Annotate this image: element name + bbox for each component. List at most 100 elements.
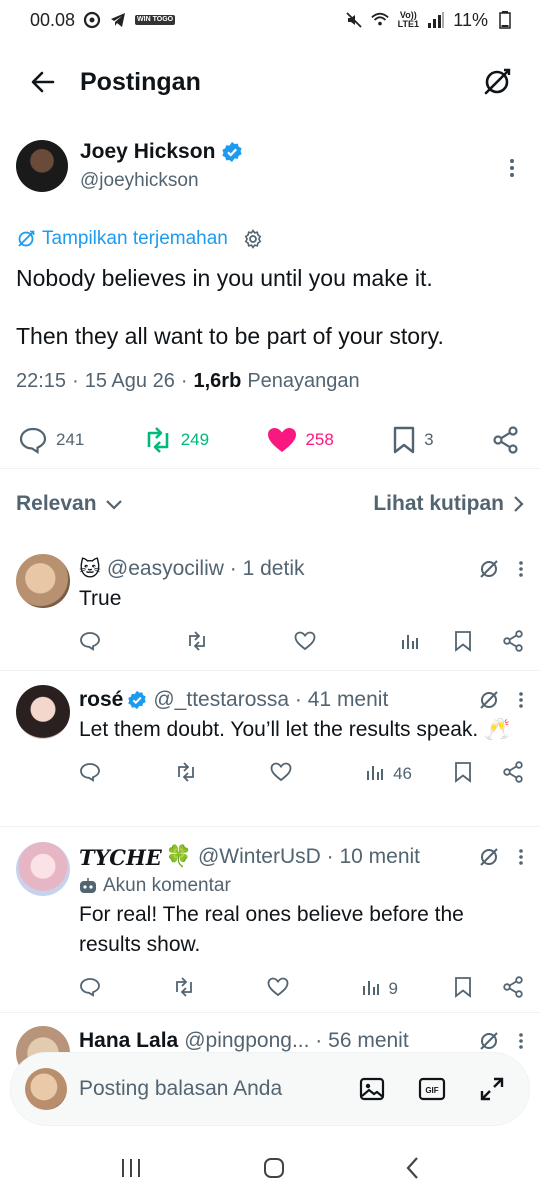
reply-avatar[interactable] bbox=[16, 685, 70, 739]
reply-comment-button[interactable] bbox=[79, 631, 101, 656]
reply-input-placeholder[interactable]: Posting balasan Anda bbox=[79, 1077, 335, 1101]
reply-item[interactable]: 🐱 @easyociliw · 1 detik True bbox=[0, 554, 540, 658]
post-date: 15 Agu 26 bbox=[84, 370, 175, 392]
reply-bookmark-button[interactable] bbox=[454, 630, 472, 657]
recent-apps-button[interactable] bbox=[119, 1157, 143, 1184]
heart-icon bbox=[267, 977, 289, 996]
more-vertical-icon bbox=[519, 692, 523, 708]
reply-more-button[interactable] bbox=[518, 691, 524, 709]
reply-views-count: 46 bbox=[393, 764, 412, 783]
reply-author-name[interactable]: Hana Lala bbox=[79, 1029, 178, 1053]
reply-like-button[interactable] bbox=[267, 977, 289, 1002]
translate-icon bbox=[480, 691, 498, 709]
quotes-label[interactable]: Lihat kutipan bbox=[373, 492, 504, 516]
bookmark-icon bbox=[455, 630, 471, 652]
reply-repost-button[interactable] bbox=[174, 761, 198, 787]
reply-button[interactable]: 241 bbox=[18, 426, 84, 454]
author-avatar[interactable] bbox=[16, 140, 68, 192]
reply-share-button[interactable] bbox=[502, 975, 524, 1003]
reply-author-name[interactable]: rosé bbox=[79, 688, 123, 712]
reply-repost-button[interactable] bbox=[172, 976, 196, 1002]
sort-label[interactable]: Relevan bbox=[16, 492, 97, 516]
translate-label[interactable]: Tampilkan terjemahan bbox=[42, 228, 228, 250]
add-gif-button[interactable]: GIF bbox=[409, 1066, 455, 1112]
bookmark-count: 3 bbox=[424, 430, 434, 449]
reply-more-button[interactable] bbox=[518, 1032, 524, 1050]
reply-bookmark-button[interactable] bbox=[454, 976, 472, 1003]
reply-composer[interactable]: Posting balasan Anda GIF bbox=[10, 1052, 530, 1126]
author-name-row[interactable]: Joey Hickson bbox=[80, 140, 500, 164]
reply-comment-button[interactable] bbox=[79, 977, 101, 1002]
translate-button[interactable] bbox=[478, 846, 500, 868]
translate-button[interactable] bbox=[478, 558, 500, 580]
reply-bookmark-button[interactable] bbox=[454, 761, 472, 788]
automated-account-text: Akun komentar bbox=[103, 875, 231, 896]
divider bbox=[0, 468, 540, 469]
reply-author-name[interactable]: TYCHE bbox=[79, 845, 162, 870]
mute-icon bbox=[345, 11, 363, 29]
translate-icon bbox=[484, 68, 511, 95]
reply-item[interactable]: TYCHE 🍀 @WinterUsD · 10 menit Akun komen… bbox=[0, 842, 540, 1004]
like-button[interactable]: 258 bbox=[267, 427, 334, 453]
back-nav-button[interactable] bbox=[405, 1156, 421, 1185]
reply-handle[interactable]: @easyociliw bbox=[107, 557, 224, 581]
reply-handle[interactable]: @_ttestarossa bbox=[153, 688, 289, 712]
reply-handle[interactable]: @WinterUsD bbox=[198, 845, 321, 869]
author-name[interactable]: Joey Hickson bbox=[80, 140, 215, 164]
share-button[interactable] bbox=[492, 426, 520, 454]
reply-more-button[interactable] bbox=[518, 848, 524, 866]
image-icon bbox=[359, 1077, 385, 1101]
expand-composer-button[interactable] bbox=[469, 1066, 515, 1112]
reply-like-button[interactable] bbox=[270, 762, 292, 787]
reply-share-button[interactable] bbox=[502, 629, 524, 657]
reply-time: 41 menit bbox=[307, 688, 389, 711]
show-translation-link[interactable]: Tampilkan terjemahan bbox=[0, 228, 540, 250]
view-quotes-link[interactable]: Lihat kutipan bbox=[373, 492, 524, 516]
reply-share-button[interactable] bbox=[502, 760, 524, 788]
main-post: Joey Hickson @joeyhickson Tampilkan terj… bbox=[0, 134, 540, 465]
sort-relevance-dropdown[interactable]: Relevan bbox=[16, 492, 123, 516]
reply-views-button[interactable] bbox=[361, 977, 381, 1002]
signal-icon bbox=[427, 11, 445, 29]
battery-percent: 11% bbox=[453, 9, 488, 30]
gear-icon[interactable] bbox=[242, 228, 264, 250]
reply-handle[interactable]: @pingpong... bbox=[184, 1029, 309, 1053]
reply-like-button[interactable] bbox=[294, 631, 316, 656]
bot-icon bbox=[80, 878, 96, 893]
reply-avatar[interactable] bbox=[16, 842, 70, 896]
verified-badge-icon bbox=[222, 142, 243, 162]
translate-button[interactable] bbox=[478, 689, 500, 711]
more-options-button[interactable] bbox=[500, 156, 524, 180]
app-notification-icon bbox=[83, 11, 101, 29]
views-label[interactable]: Penayangan bbox=[247, 370, 359, 393]
wifi-icon bbox=[371, 11, 389, 29]
divider bbox=[0, 1012, 540, 1013]
reply-comment-button[interactable] bbox=[79, 762, 101, 787]
home-button[interactable] bbox=[262, 1156, 286, 1185]
repost-icon bbox=[147, 427, 169, 453]
views-count[interactable]: 1,6rb bbox=[194, 370, 242, 393]
reply-views-button[interactable] bbox=[365, 762, 385, 787]
reply-repost-button[interactable] bbox=[185, 630, 209, 656]
recent-apps-icon bbox=[122, 1158, 141, 1177]
translate-button[interactable] bbox=[474, 59, 520, 105]
repost-button[interactable]: 249 bbox=[143, 427, 209, 453]
bookmark-button[interactable]: 3 bbox=[392, 426, 434, 454]
author-handle[interactable]: @joeyhickson bbox=[80, 170, 500, 192]
heart-icon bbox=[270, 762, 292, 781]
repost-icon bbox=[177, 761, 194, 782]
automated-account-label: Akun komentar bbox=[79, 872, 524, 900]
repost-icon bbox=[176, 976, 193, 997]
translate-button[interactable] bbox=[478, 1030, 500, 1052]
share-icon bbox=[503, 629, 523, 652]
add-image-button[interactable] bbox=[349, 1066, 395, 1112]
reply-emoji: 🐱 bbox=[79, 557, 101, 581]
share-icon bbox=[503, 975, 523, 998]
reply-views-button[interactable] bbox=[400, 631, 420, 656]
chevron-down-icon bbox=[105, 500, 122, 510]
reply-more-button[interactable] bbox=[518, 560, 524, 578]
reply-item[interactable]: rosé @_ttestarossa · 41 menit Let them d… bbox=[0, 685, 540, 789]
back-button[interactable] bbox=[20, 59, 66, 105]
reply-avatar[interactable] bbox=[16, 554, 70, 608]
reply-views-count: 9 bbox=[388, 979, 398, 998]
